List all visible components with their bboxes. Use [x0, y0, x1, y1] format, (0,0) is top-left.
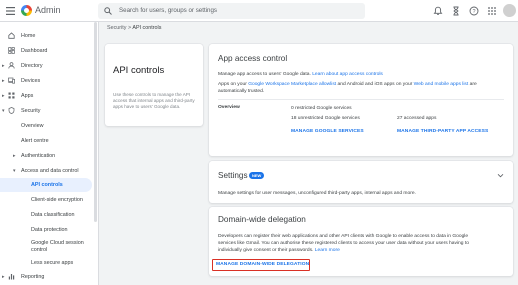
- collapse-arrow-icon: ▾: [13, 168, 16, 174]
- bell-icon[interactable]: [433, 6, 443, 16]
- unrestricted-services-count: 18 unrestricted Google services: [291, 116, 360, 121]
- sidebar-item-authentication[interactable]: ▸ Authentication: [0, 149, 92, 163]
- divider: [218, 99, 504, 100]
- search-input[interactable]: Search for users, groups or settings: [119, 7, 217, 14]
- settings-description: Manage settings for user messages, uncon…: [218, 191, 416, 196]
- chevron-down-icon[interactable]: [497, 172, 504, 179]
- expand-arrow-icon: ▸: [2, 63, 5, 69]
- accessed-apps-count: 27 accessed apps: [397, 116, 437, 121]
- apps-grid-icon[interactable]: [487, 6, 497, 16]
- marketplace-allowlist-link[interactable]: Google Workspace Marketplace allowlist: [248, 82, 336, 87]
- svg-text:?: ?: [472, 9, 475, 15]
- sidebar-item-apps[interactable]: ▸ Apps: [0, 89, 92, 103]
- card-title: App access control: [218, 54, 288, 63]
- sidebar-item-devices[interactable]: ▸ Devices: [0, 74, 92, 88]
- hourglass-icon[interactable]: [451, 6, 461, 16]
- menu-icon[interactable]: [6, 7, 15, 15]
- search-icon: [104, 7, 112, 15]
- card-title: Domain-wide delegation: [218, 215, 306, 224]
- breadcrumb: Security > API controls: [107, 25, 162, 31]
- expand-arrow-icon: ▸: [2, 93, 5, 99]
- sidebar-item-home[interactable]: Home: [0, 29, 92, 43]
- help-icon[interactable]: ?: [469, 6, 479, 16]
- sidebar-item-data-classification[interactable]: Data classification: [0, 208, 92, 222]
- shield-icon: [8, 107, 15, 114]
- sidebar-item-client-side-encryption[interactable]: Client-side encryption: [0, 193, 92, 207]
- google-logo-icon: [21, 5, 32, 16]
- collapse-arrow-icon: ▾: [2, 108, 5, 114]
- sidebar-item-reporting[interactable]: ▸ Reporting: [0, 270, 92, 284]
- sidebar-item-data-protection[interactable]: Data protection: [0, 223, 92, 237]
- settings-card[interactable]: Settings NEW Manage settings for user me…: [209, 161, 513, 203]
- breadcrumb-current: API controls: [132, 25, 162, 31]
- restricted-services-count: 0 restricted Google services: [291, 106, 352, 111]
- top-bar: Admin Search for users, groups or settin…: [0, 0, 518, 22]
- page-title: API controls: [113, 65, 165, 76]
- learn-more-link[interactable]: Learn more: [315, 248, 340, 253]
- app-title[interactable]: Admin: [35, 5, 61, 15]
- app-access-control-card: App access control Manage app access to …: [209, 44, 513, 156]
- overview-label: Overview: [218, 105, 240, 110]
- sidebar-item-access-and-data-control[interactable]: ▾ Access and data control: [0, 164, 92, 178]
- breadcrumb-security[interactable]: Security: [107, 25, 126, 31]
- api-controls-card: API controls Use these controls to manag…: [105, 44, 203, 126]
- home-icon: [8, 32, 15, 39]
- manage-third-party-app-access-button[interactable]: MANAGE THIRD-PARTY APP ACCESS: [397, 129, 488, 134]
- manage-domain-wide-delegation-button[interactable]: MANAGE DOMAIN-WIDE DELEGATION: [216, 262, 309, 267]
- sidebar-item-api-controls[interactable]: API controls: [0, 178, 92, 192]
- sidebar-item-google-cloud-session-control[interactable]: Google Cloud session control: [0, 236, 92, 253]
- expand-arrow-icon: ▸: [2, 78, 5, 84]
- sidebar-item-dashboard[interactable]: Dashboard: [0, 44, 92, 58]
- manage-google-services-button[interactable]: MANAGE GOOGLE SERVICES: [291, 129, 364, 134]
- sidebar-scrollbar[interactable]: [94, 22, 97, 222]
- avatar[interactable]: [503, 4, 516, 17]
- person-icon: [8, 62, 15, 69]
- expand-arrow-icon: ▸: [13, 153, 16, 159]
- sidebar-item-alert-centre[interactable]: Alert centre: [0, 134, 92, 148]
- new-badge: NEW: [249, 172, 265, 179]
- dashboard-icon: [8, 47, 15, 54]
- sidebar-item-overview[interactable]: Overview: [0, 119, 92, 133]
- domain-wide-delegation-card: Domain-wide delegation Developers can re…: [209, 207, 513, 276]
- web-mobile-apps-link[interactable]: Web and mobile apps list: [414, 82, 469, 87]
- devices-icon: [8, 77, 15, 84]
- learn-about-app-access-link[interactable]: Learn about app access controls: [312, 72, 383, 77]
- chart-icon: [8, 274, 15, 280]
- apps-icon: [8, 92, 15, 99]
- card-title: Settings: [218, 171, 248, 180]
- sidebar-item-security[interactable]: ▾ Security: [0, 104, 92, 118]
- search-bar[interactable]: Search for users, groups or settings: [98, 3, 365, 19]
- expand-arrow-icon: ▸: [2, 274, 5, 280]
- sidebar-item-less-secure-apps[interactable]: Less secure apps: [0, 256, 92, 270]
- page-description: Use these controls to manage the API acc…: [113, 92, 195, 109]
- sidebar-item-directory[interactable]: ▸ Directory: [0, 59, 92, 73]
